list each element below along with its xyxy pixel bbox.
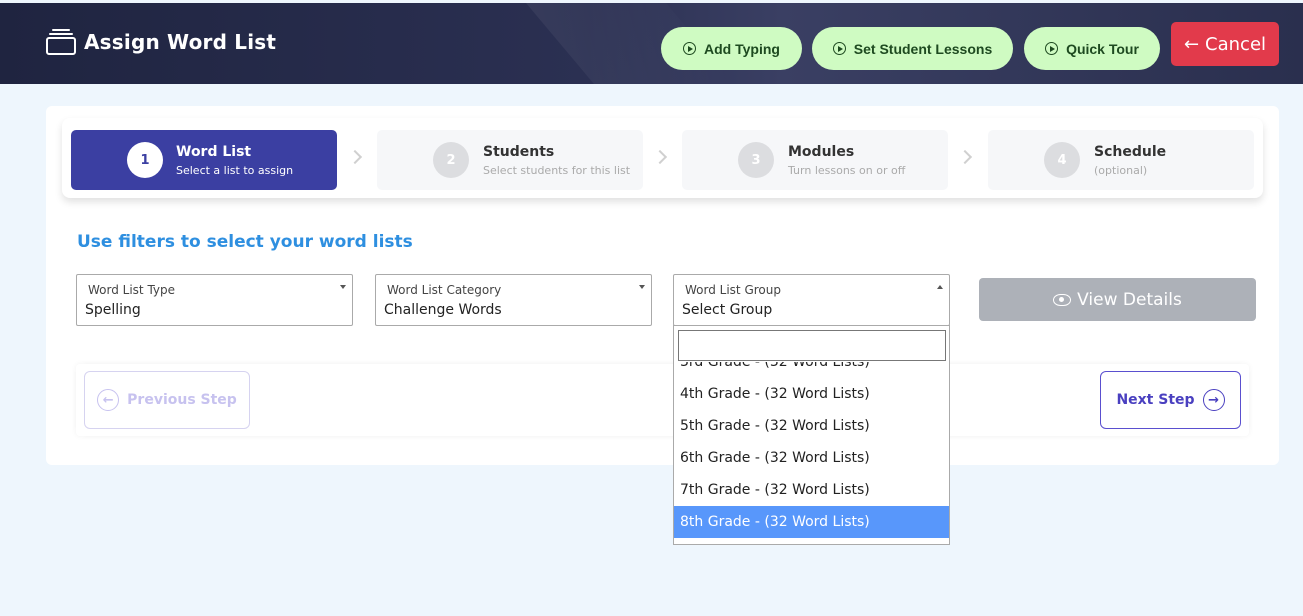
quick-tour-label: Quick Tour (1066, 40, 1139, 57)
chevron-right-icon (347, 149, 363, 165)
step-word-list[interactable]: 1 Word List Select a list to assign (71, 130, 337, 190)
step-title: Students (483, 143, 555, 160)
step-students[interactable]: 2 Students Select students for this list (377, 130, 643, 190)
dropdown-options: 3rd Grade - (32 Word Lists) 4th Grade - … (674, 362, 949, 544)
stepper: 1 Word List Select a list to assign 2 St… (62, 118, 1263, 198)
page-title: Assign Word List (84, 30, 277, 54)
step-number: 2 (433, 142, 469, 178)
chevron-right-icon (652, 149, 668, 165)
step-subtitle: Select students for this list (483, 163, 631, 177)
dropdown-option-highlighted[interactable]: 8th Grade - (32 Word Lists) (674, 506, 949, 538)
play-circle-icon (1045, 42, 1059, 55)
arrow-left-icon: ← (1183, 33, 1200, 55)
step-navigation: ← Previous Step Next Step → (76, 364, 1249, 436)
title-area: Assign Word List (46, 29, 276, 55)
arrow-right-circle-icon: → (1202, 389, 1225, 411)
step-number: 1 (127, 142, 163, 178)
select-label: Word List Type (88, 283, 176, 297)
select-value: Spelling (85, 302, 141, 318)
view-details-label: View Details (1077, 289, 1182, 310)
caret-down-icon (340, 285, 346, 289)
dropdown-option[interactable]: 3rd Grade - (32 Word Lists) (674, 362, 949, 378)
add-typing-button[interactable]: Add Typing (661, 27, 802, 70)
add-typing-label: Add Typing (704, 40, 780, 57)
group-dropdown: 3rd Grade - (32 Word Lists) 4th Grade - … (673, 325, 950, 545)
previous-step-button[interactable]: ← Previous Step (84, 371, 250, 429)
next-step-button[interactable]: Next Step → (1100, 371, 1241, 429)
select-value: Challenge Words (384, 302, 502, 318)
step-modules[interactable]: 3 Modules Turn lessons on or off (682, 130, 948, 190)
step-title: Word List (176, 143, 252, 160)
dropdown-option[interactable]: 6th Grade - (32 Word Lists) (674, 442, 949, 474)
step-schedule[interactable]: 4 Schedule (optional) (988, 130, 1254, 190)
caret-down-icon (639, 285, 645, 289)
step-title: Schedule (1094, 143, 1167, 160)
play-circle-icon (683, 42, 697, 55)
step-number: 3 (738, 142, 774, 178)
dropdown-search-input[interactable] (678, 330, 946, 361)
view-details-button[interactable]: View Details (979, 278, 1256, 321)
step-subtitle: Turn lessons on or off (788, 163, 906, 177)
select-label: Word List Group (685, 283, 781, 297)
eye-icon (1053, 293, 1072, 306)
select-label: Word List Category (387, 283, 502, 297)
filter-heading: Use filters to select your word lists (77, 232, 413, 252)
app-header: Assign Word List Add Typing Set Student … (0, 3, 1303, 84)
chevron-right-icon (957, 149, 973, 165)
dropdown-option[interactable]: 4th Grade - (32 Word Lists) (674, 378, 949, 410)
step-number: 4 (1044, 142, 1080, 178)
dropdown-option[interactable]: 7th Grade - (32 Word Lists) (674, 474, 949, 506)
word-list-type-select[interactable]: Word List Type Spelling (76, 274, 353, 326)
step-title: Modules (788, 143, 855, 160)
stack-icon (46, 29, 76, 55)
cancel-label: Cancel (1205, 33, 1267, 55)
word-list-category-select[interactable]: Word List Category Challenge Words (375, 274, 652, 326)
play-circle-icon (832, 42, 846, 55)
previous-step-label: Previous Step (127, 392, 237, 408)
set-student-lessons-label: Set Student Lessons (853, 40, 993, 57)
arrow-left-circle-icon: ← (97, 389, 120, 411)
next-step-label: Next Step (1116, 392, 1195, 408)
dropdown-option[interactable]: 5th Grade - (32 Word Lists) (674, 410, 949, 442)
set-student-lessons-button[interactable]: Set Student Lessons (812, 27, 1013, 70)
step-subtitle: Select a list to assign (176, 163, 294, 177)
select-value: Select Group (682, 302, 773, 318)
quick-tour-button[interactable]: Quick Tour (1024, 27, 1160, 70)
word-list-group-select[interactable]: Word List Group Select Group (673, 274, 950, 326)
cancel-button[interactable]: ← Cancel (1171, 22, 1279, 66)
main-card: 1 Word List Select a list to assign 2 St… (46, 106, 1279, 465)
caret-up-icon (937, 285, 943, 289)
step-subtitle: (optional) (1094, 163, 1148, 177)
